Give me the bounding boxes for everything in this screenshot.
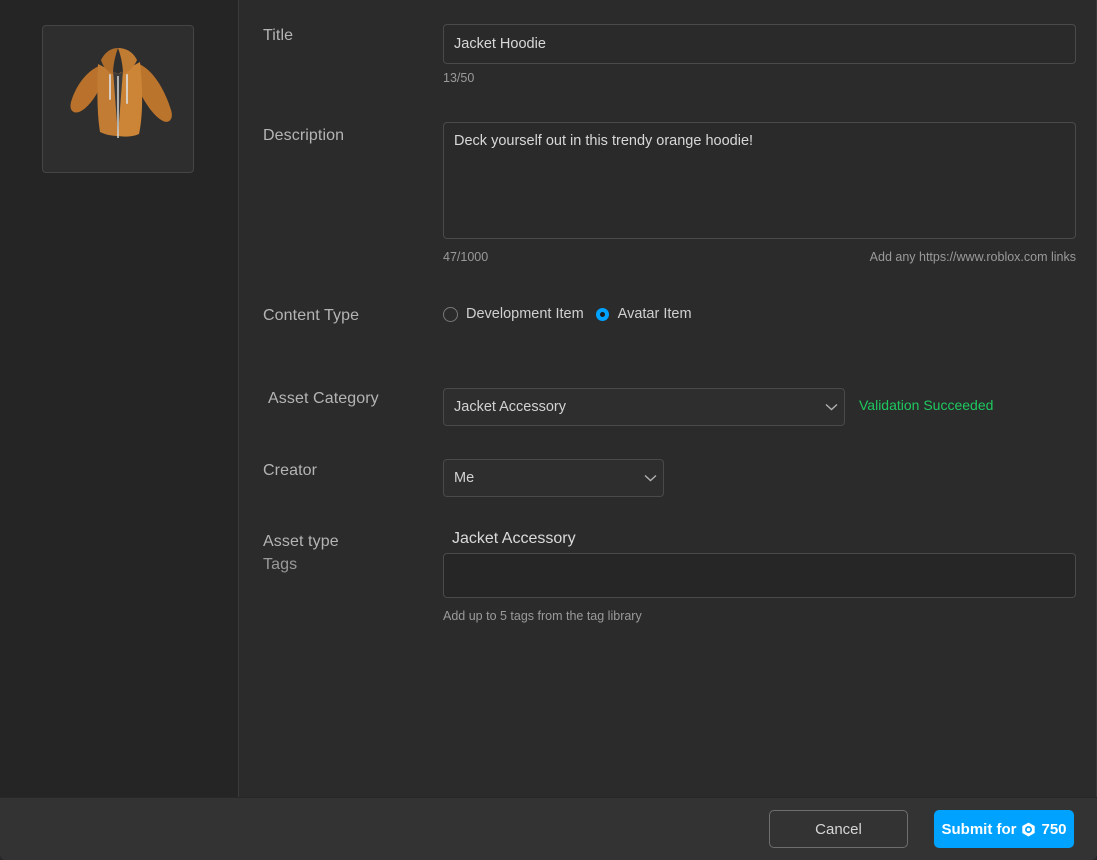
hoodie-svg xyxy=(53,40,183,158)
asset-category-field-group: Jacket Accessory xyxy=(443,388,845,426)
submit-button[interactable]: Submit for 750 xyxy=(934,810,1074,848)
asset-category-label-row: Asset Category xyxy=(268,389,379,409)
submit-button-label: Submit for xyxy=(941,821,1016,838)
creator-label: Creator xyxy=(263,461,317,481)
submit-button-price: 750 xyxy=(1041,821,1066,838)
radio-avatar-item-label: Avatar Item xyxy=(618,306,692,322)
description-field-group: 47/1000 Add any https://www.roblox.com l… xyxy=(443,122,1076,265)
title-label: Title xyxy=(263,26,293,46)
asset-thumbnail[interactable] xyxy=(42,25,194,173)
radio-development-item-label: Development Item xyxy=(466,306,584,322)
asset-category-label: Asset Category xyxy=(268,389,379,409)
tags-label-row: Tags xyxy=(263,555,297,575)
asset-preview-panel xyxy=(0,0,239,797)
creator-field-group: Me xyxy=(443,459,664,497)
title-field-group: 13/50 xyxy=(443,24,1076,86)
upload-asset-dialog: Title 13/50 Description 47/1000 Add any … xyxy=(0,0,1097,860)
description-textarea[interactable] xyxy=(443,122,1076,239)
description-label-row: Description xyxy=(263,126,344,146)
content-type-radio-group: Development Item Avatar Item xyxy=(443,306,692,322)
radio-avatar-item[interactable]: Avatar Item xyxy=(595,306,692,322)
chevron-down-icon xyxy=(818,403,844,411)
cancel-button[interactable]: Cancel xyxy=(769,810,908,848)
creator-label-row: Creator xyxy=(263,461,317,481)
tags-hint: Add up to 5 tags from the tag library xyxy=(443,608,1076,624)
radio-selected-icon xyxy=(596,308,609,321)
description-char-counter: 47/1000 xyxy=(443,249,488,265)
asset-category-value: Jacket Accessory xyxy=(444,399,818,415)
tags-field-group: Add up to 5 tags from the tag library xyxy=(443,553,1076,624)
asset-type-value: Jacket Accessory xyxy=(452,530,576,547)
robux-icon xyxy=(1021,822,1036,837)
creator-value: Me xyxy=(444,470,637,486)
radio-development-item[interactable]: Development Item xyxy=(443,306,584,322)
hoodie-preview-icon xyxy=(43,26,193,172)
title-label-row: Title xyxy=(263,26,293,46)
chevron-down-icon xyxy=(637,474,663,482)
dialog-body: Title 13/50 Description 47/1000 Add any … xyxy=(0,0,1097,797)
content-type-label: Content Type xyxy=(263,306,359,326)
asset-category-validation-group: Validation Succeeded xyxy=(859,397,993,415)
tags-input[interactable] xyxy=(443,553,1076,598)
title-input[interactable] xyxy=(443,24,1076,64)
asset-type-label-row: Asset type xyxy=(263,532,339,552)
description-hint-row: 47/1000 Add any https://www.roblox.com l… xyxy=(443,249,1076,265)
validation-status-text: Validation Succeeded xyxy=(859,397,993,413)
radio-unselected-icon xyxy=(443,307,458,322)
asset-type-value-group: Jacket Accessory xyxy=(452,530,576,548)
content-type-label-row: Content Type xyxy=(263,306,359,326)
description-label: Description xyxy=(263,126,344,146)
asset-type-label: Asset type xyxy=(263,532,339,552)
creator-select[interactable]: Me xyxy=(443,459,664,497)
asset-form-panel: Title 13/50 Description 47/1000 Add any … xyxy=(239,0,1097,797)
asset-category-select[interactable]: Jacket Accessory xyxy=(443,388,845,426)
title-char-counter: 13/50 xyxy=(443,70,1076,86)
description-links-note: Add any https://www.roblox.com links xyxy=(870,249,1076,265)
tags-label: Tags xyxy=(263,555,297,575)
dialog-footer: Cancel Submit for 750 xyxy=(0,798,1097,860)
